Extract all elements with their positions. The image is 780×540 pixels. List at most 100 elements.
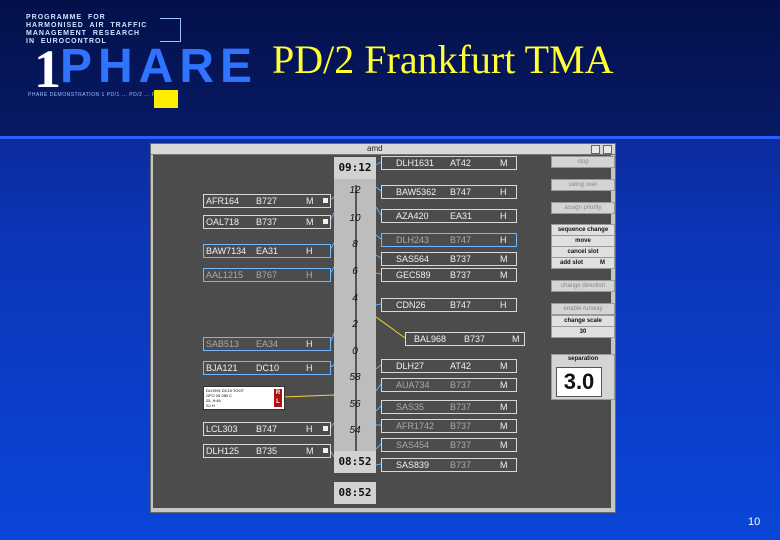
strip-type: B737	[450, 380, 472, 390]
strip-type: B737	[256, 217, 278, 227]
strip-type: B727	[256, 196, 278, 206]
ladder-tick: 56	[349, 399, 361, 410]
flight-strip[interactable]: DLH27 AT42 M	[381, 359, 517, 373]
strip-wake: M	[500, 270, 508, 280]
slide-header: PROGRAMME FOR HARMONISED AIR TRAFFIC MAN…	[0, 0, 780, 139]
strip-type: B737	[450, 421, 472, 431]
ladder-footer-time: 08:52	[334, 482, 376, 504]
strip-select-icon[interactable]	[323, 198, 328, 203]
strip-wake: M	[306, 196, 314, 206]
strip-select-icon[interactable]	[323, 426, 328, 431]
strip-callsign: GEC589	[396, 270, 431, 280]
runway-flag-top[interactable]: R	[274, 389, 282, 398]
strip-callsign: OAL718	[206, 217, 240, 227]
separation-panel: separation 3.0	[551, 354, 615, 400]
ladder-top-time: 09:12	[334, 157, 376, 179]
strip-type: B737	[450, 460, 472, 470]
flight-strip[interactable]: BAW7134 EA31 H	[203, 244, 331, 258]
strip-callsign: BJA121	[206, 363, 238, 373]
strip-type: EA31	[450, 211, 473, 221]
strip-callsign: SAB513	[206, 339, 240, 349]
strip-callsign: BAL968	[414, 334, 447, 344]
strip-wake: M	[512, 334, 520, 344]
logo-word: PHARE	[60, 40, 259, 93]
separation-value[interactable]: 3.0	[556, 367, 602, 397]
strip-callsign: AZA420	[396, 211, 429, 221]
flight-strip[interactable]: SAS454 B737 M	[381, 438, 517, 452]
flight-strip[interactable]: GEC589 B737 M	[381, 268, 517, 282]
change-direction-button[interactable]: change direction	[551, 280, 615, 292]
flight-strip[interactable]: AAL1215 B767 H	[203, 268, 331, 282]
flight-strip[interactable]: BAL968 B737 M	[405, 332, 525, 346]
flight-strip[interactable]: AZA420 EA31 H	[381, 209, 517, 223]
flight-strip[interactable]: OAL718 B737 M	[203, 215, 331, 229]
flight-strip[interactable]: AFR1742 B737 M	[381, 419, 517, 433]
slide-title: PD/2 Frankfurt TMA	[272, 37, 614, 82]
strip-type: AT42	[450, 158, 471, 168]
swing-over-button[interactable]: swing over	[551, 179, 615, 191]
enable-runway-button[interactable]: enable runway	[551, 303, 615, 315]
flight-strip[interactable]: SAB513 EA34 H	[203, 337, 331, 351]
strip-callsign: DLH1631	[396, 158, 435, 168]
strip-wake: M	[500, 421, 508, 431]
add-slot-label: add slot	[560, 260, 584, 266]
header-divider	[0, 136, 780, 139]
runway-flag-bottom[interactable]: L	[274, 398, 282, 407]
page-number: 10	[748, 516, 761, 528]
strip-wake: M	[306, 446, 314, 456]
strip-wake: M	[500, 380, 508, 390]
flight-strip[interactable]: CDN26 B747 H	[381, 298, 517, 312]
flight-strip[interactable]: SAS839 B737 M	[381, 458, 517, 472]
strip-wake: M	[500, 254, 508, 264]
strip-type: B767	[256, 270, 278, 280]
flight-strip[interactable]: DLH243 B747 H	[381, 233, 517, 247]
strip-wake: H	[306, 363, 313, 373]
flight-strip[interactable]: SAS35 B737 M	[381, 400, 517, 414]
flight-strip[interactable]: DLH1631 AT42 M	[381, 156, 517, 170]
strip-wake: M	[500, 460, 508, 470]
strip-callsign: SAS35	[396, 402, 425, 412]
strip-wake: M	[500, 158, 508, 168]
scale-value: 30	[579, 329, 587, 335]
ladder-tick: 4	[352, 293, 358, 304]
amd-window: amd 09:12 12 10 8 6 4 2 0 58 56 54 08:52…	[150, 143, 616, 513]
strip-wake: M	[500, 361, 508, 371]
strip-wake: M	[500, 402, 508, 412]
ladder-tick: 8	[352, 239, 358, 250]
time-ladder[interactable]: 09:12 12 10 8 6 4 2 0 58 56 54 08:52	[334, 157, 376, 473]
scale-value-select[interactable]: 30	[551, 326, 615, 338]
strip-type: B737	[450, 402, 472, 412]
strip-type: B735	[256, 446, 278, 456]
close-button[interactable]	[603, 145, 612, 154]
aircraft-detail-label[interactable]: DLH291 DC10 TOOT GFO 25 280 C 25 -9:46 S…	[203, 386, 285, 410]
link-mini-label	[282, 394, 335, 398]
strip-callsign: DLH125	[206, 446, 240, 456]
flight-strip[interactable]: SAS564 B737 M	[381, 252, 517, 266]
flight-strip[interactable]: AFR164 B727 M	[203, 194, 331, 208]
strip-type: B737	[450, 440, 472, 450]
strip-callsign: BAW5362	[396, 187, 437, 197]
strip-select-icon[interactable]	[323, 219, 328, 224]
strip-callsign: SAS564	[396, 254, 430, 264]
add-slot-button[interactable]: add slot M	[551, 257, 615, 269]
flight-strip[interactable]: LCL303 B747 H	[203, 422, 331, 436]
flight-strip[interactable]: AUA734 B737 M	[381, 378, 517, 392]
strip-wake: M	[500, 440, 508, 450]
detail-line: SJ H	[206, 403, 215, 408]
minimize-button[interactable]	[591, 145, 600, 154]
window-title: amd	[367, 144, 383, 153]
assign-priority-button[interactable]: assign priority	[551, 202, 615, 214]
flight-strip[interactable]: BJA121 DC10 H	[203, 361, 331, 375]
strip-select-icon[interactable]	[323, 448, 328, 453]
logo-numeral: 1	[34, 39, 61, 99]
strip-callsign: BAW7134	[206, 246, 247, 256]
flight-strip[interactable]: DLH125 B735 M	[203, 444, 331, 458]
stop-button[interactable]: stop	[551, 156, 615, 168]
flight-strip[interactable]: BAW5362 B747 H	[381, 185, 517, 199]
strip-callsign: AFR164	[206, 196, 240, 206]
add-slot-wake-select[interactable]: M	[600, 258, 605, 268]
strip-wake: H	[500, 211, 507, 221]
window-titlebar[interactable]: amd	[151, 144, 615, 155]
strip-type: B747	[450, 300, 472, 310]
ladder-tick: 10	[349, 213, 361, 224]
